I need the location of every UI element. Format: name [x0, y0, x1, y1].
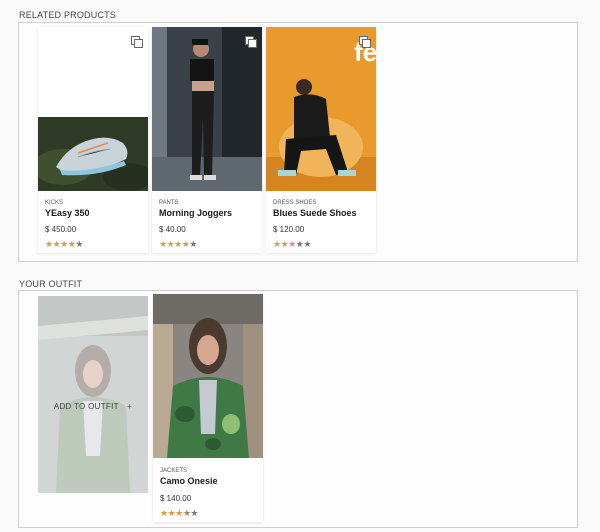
- related-products-carousel: KICKS YEasy 350 $ 450.00 ★ ★ ★ ★ ★ PANTS Mor…: [18, 22, 578, 262]
- star-rating: ★★★★★: [273, 240, 311, 249]
- star-icon: ★: [75, 239, 83, 249]
- add-to-outfit-label: ADD TO OUTFIT: [53, 402, 119, 411]
- star-icon: ★: [273, 239, 281, 249]
- product-price: $ 120.00: [273, 225, 305, 234]
- plus-icon: +: [127, 402, 133, 411]
- product-image[interactable]: [152, 27, 262, 191]
- add-to-outfit-button[interactable]: ADD TO OUTFIT +: [38, 402, 148, 411]
- product-name: YEasy 350: [45, 208, 90, 218]
- product-price: $ 40.00: [159, 225, 186, 234]
- star-rating: ★★★★★: [45, 240, 83, 249]
- product-name: Blues Suede Shoes: [273, 208, 357, 218]
- star-icon: ★: [190, 508, 198, 518]
- product-name: Morning Joggers: [159, 208, 233, 218]
- product-price: $ 450.00: [45, 225, 77, 234]
- star-icon: ★: [160, 508, 168, 518]
- product-name: Camo Onesie: [160, 476, 218, 486]
- star-rating: ★★★★★: [159, 240, 197, 249]
- add-to-outfit-card[interactable]: ADD TO OUTFIT +: [38, 296, 148, 493]
- add-card-overlay: [38, 296, 148, 493]
- your-outfit-carousel: ADD TO OUTFIT + JACKETS Camo Onesie $ 14…: [18, 290, 578, 528]
- your-outfit-heading: YOUR OUTFIT: [19, 279, 83, 289]
- star-icon: ★: [175, 508, 183, 518]
- product-category: PANTS: [159, 200, 179, 206]
- star-icon: ★: [60, 239, 68, 249]
- related-products-heading: RELATED PRODUCTS: [19, 10, 117, 20]
- product-card-morning-joggers[interactable]: PANTS Morning Joggers $ 40.00 ★★★★★: [152, 27, 262, 253]
- star-icon: ★: [288, 239, 296, 249]
- compare-icon[interactable]: [245, 36, 257, 48]
- product-image[interactable]: [153, 294, 263, 458]
- star-icon: ★: [303, 239, 311, 249]
- star-rating: ★★★★★: [160, 509, 198, 518]
- star-icon: ★: [45, 239, 53, 249]
- product-card-camo-onesie[interactable]: JACKETS Camo Onesie $ 140.00 ★★★★★: [153, 294, 263, 522]
- product-category: KICKS: [45, 200, 64, 206]
- product-category: DRESS SHOES: [273, 200, 317, 206]
- product-price: $ 140.00: [160, 494, 192, 503]
- star-icon: ★: [159, 239, 167, 249]
- product-image[interactable]: fe: [266, 27, 376, 191]
- product-card-blues-suede-shoes[interactable]: fe DRESS SHOES Blues Suede Shoes $ 120.0…: [266, 27, 376, 253]
- compare-icon[interactable]: [359, 36, 371, 48]
- star-icon: ★: [174, 239, 182, 249]
- star-icon: ★: [189, 239, 197, 249]
- product-image[interactable]: [38, 27, 148, 191]
- product-card-yeasy-350[interactable]: KICKS YEasy 350 $ 450.00 ★★★★★: [38, 27, 148, 253]
- compare-icon[interactable]: [131, 36, 143, 48]
- product-category: JACKETS: [160, 468, 188, 474]
